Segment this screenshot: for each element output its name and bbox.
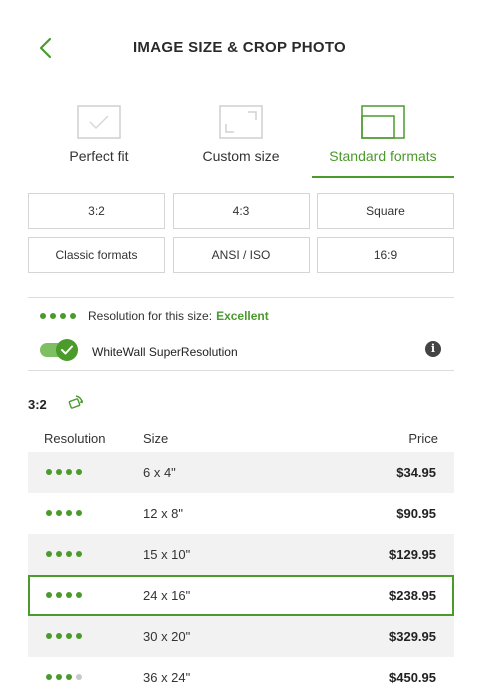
format-16-9-button[interactable]: 16:9: [317, 237, 454, 273]
row-size: 6 x 4": [143, 465, 176, 480]
format-3-2-button[interactable]: 3:2: [28, 193, 165, 229]
resolution-dots: [46, 510, 82, 516]
column-resolution: Resolution: [44, 431, 106, 446]
resolution-dots: [40, 313, 76, 319]
superresolution-toggle[interactable]: [40, 339, 78, 361]
format-square-button[interactable]: Square: [317, 193, 454, 229]
resolution-dots: [46, 674, 82, 680]
custom-size-icon: [219, 105, 263, 139]
resolution-label: Resolution for this size:: [88, 309, 213, 323]
table-row[interactable]: 6 x 4" $34.95: [28, 452, 454, 493]
row-size: 30 x 20": [143, 629, 191, 644]
resolution-dots: [46, 469, 82, 475]
table-row[interactable]: 15 x 10" $129.95: [28, 534, 454, 575]
row-size: 36 x 24": [143, 670, 191, 685]
tab-standard-formats[interactable]: Standard formats: [312, 98, 454, 178]
format-classic-button[interactable]: Classic formats: [28, 237, 165, 273]
row-price: $450.95: [389, 670, 436, 685]
table-row[interactable]: 24 x 16" $238.95: [28, 575, 454, 616]
tab-label: Custom size: [202, 148, 280, 164]
resolution-quality: Excellent: [216, 309, 269, 323]
size-list: 6 x 4" $34.95 12 x 8" $90.95 15 x 10" $129.95…: [28, 452, 454, 692]
column-size: Size: [143, 431, 169, 446]
table-row[interactable]: 30 x 20" $329.95: [28, 616, 454, 657]
table-row[interactable]: 36 x 24" $450.95: [28, 657, 454, 692]
selected-ratio-label: 3:2: [28, 397, 47, 412]
column-price: Price: [408, 431, 438, 446]
row-price: $238.95: [389, 588, 436, 603]
checkmark-icon: [56, 339, 78, 361]
divider: [28, 370, 454, 371]
table-row[interactable]: 12 x 8" $90.95: [28, 493, 454, 534]
header: IMAGE SIZE & CROP PHOTO: [0, 0, 479, 96]
format-options: 3:2 4:3 Square Classic formats ANSI / IS…: [28, 193, 454, 273]
row-price: $34.95: [396, 465, 436, 480]
info-icon[interactable]: i: [425, 341, 441, 357]
row-size: 12 x 8": [143, 506, 184, 521]
resolution-dots: [46, 551, 82, 557]
row-price: $129.95: [389, 547, 436, 562]
format-ansi-iso-button[interactable]: ANSI / ISO: [172, 237, 310, 273]
resolution-indicator: Resolution for this size: Excellent: [40, 309, 269, 323]
rotate-orientation-icon[interactable]: [66, 394, 84, 412]
row-size: 15 x 10": [143, 547, 191, 562]
table-header: Resolution Size Price: [28, 431, 454, 449]
resolution-dots: [46, 592, 82, 598]
resolution-dots: [46, 633, 82, 639]
perfect-fit-icon: [77, 105, 121, 139]
tab-label: Perfect fit: [69, 148, 129, 164]
tab-custom-size[interactable]: Custom size: [170, 98, 312, 178]
row-price: $329.95: [389, 629, 436, 644]
row-size: 24 x 16": [143, 588, 191, 603]
format-tabs: Perfect fit Custom size Standard formats: [28, 98, 454, 178]
page-title: IMAGE SIZE & CROP PHOTO: [132, 39, 347, 56]
superresolution-label: WhiteWall SuperResolution: [92, 345, 238, 359]
standard-formats-icon: [361, 105, 405, 139]
row-price: $90.95: [396, 506, 436, 521]
tab-label: Standard formats: [329, 148, 437, 164]
tab-perfect-fit[interactable]: Perfect fit: [28, 98, 170, 178]
format-4-3-button[interactable]: 4:3: [172, 193, 310, 229]
divider: [28, 297, 454, 298]
